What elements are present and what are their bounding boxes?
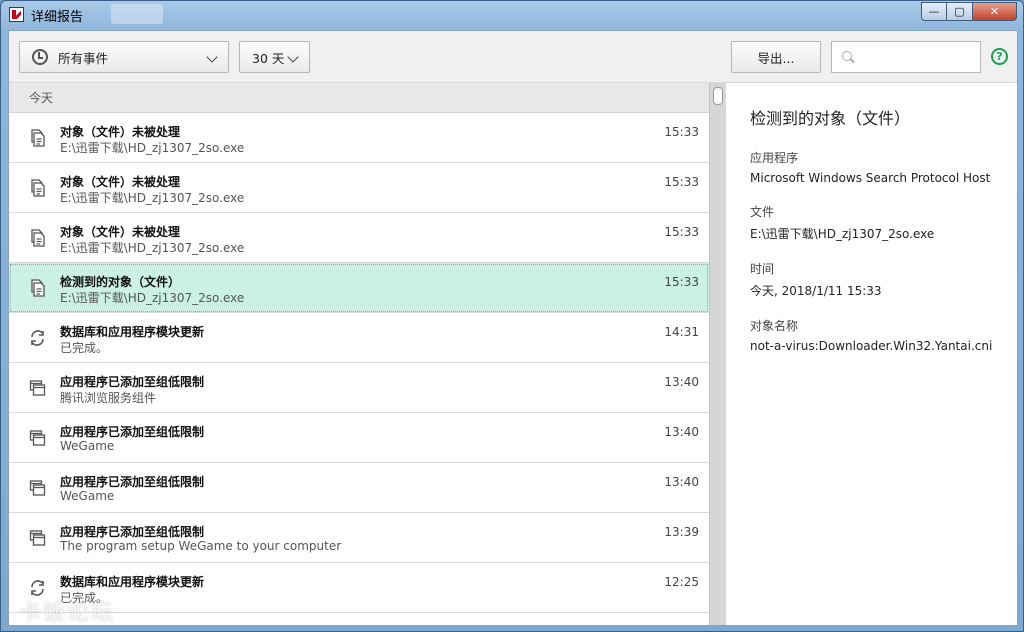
event-title: 应用程序已添加至组低限制 [60, 525, 205, 539]
refresh-icon [29, 329, 46, 347]
title-glass-highlight [111, 4, 163, 24]
event-title: 数据库和应用程序模块更新 [60, 575, 205, 589]
detail-field-file: 文件 E:\迅雷下载\HD_zj1307_2so.exe [750, 203, 995, 242]
event-time: 14:31 [664, 325, 699, 339]
field-label: 时间 [750, 262, 775, 276]
app-windows-icon [29, 429, 46, 447]
event-time: 13:40 [664, 375, 699, 389]
event-time: 12:25 [664, 575, 699, 589]
event-title: 应用程序已添加至组低限制 [60, 425, 205, 439]
event-subtitle: WeGame [60, 489, 115, 503]
detail-pane: 检测到的对象（文件） 应用程序 Microsoft Windows Search… [726, 83, 1017, 625]
minimize-button[interactable]: — [921, 2, 947, 21]
file-copy-icon [29, 129, 46, 147]
event-row[interactable]: 对象（文件）未被处理 E:\迅雷下载\HD_zj1307_2so.exe 15:33 [9, 113, 709, 163]
file-copy-icon [29, 229, 46, 247]
event-row[interactable]: 应用程序已添加至组低限制 WeGame 13:40 [9, 463, 709, 513]
event-time: 15:33 [664, 275, 699, 289]
detail-field-object-name: 对象名称 not-a-virus:Downloader.Win32.Yantai… [750, 317, 995, 353]
event-filter-label: 所有事件 [58, 50, 109, 66]
app-windows-icon [29, 379, 46, 397]
detail-title: 检测到的对象（文件） [750, 109, 911, 128]
file-copy-icon [29, 179, 46, 197]
event-subtitle: WeGame [60, 439, 115, 453]
event-title: 应用程序已添加至组低限制 [60, 375, 205, 389]
event-subtitle: E:\迅雷下载\HD_zj1307_2so.exe [60, 141, 245, 155]
event-subtitle: 腾讯浏览服务组件 [60, 391, 157, 405]
toolbar: 所有事件 30 天 导出... ? [9, 31, 1017, 83]
field-value: E:\迅雷下载\HD_zj1307_2so.exe [750, 227, 935, 241]
search-icon [842, 51, 852, 61]
watermark: 卡饭论坛 [19, 601, 116, 626]
field-value: not-a-virus:Downloader.Win32.Yantai.cni [750, 339, 993, 353]
title-bar[interactable]: 详细报告 — ▢ ✕ [1, 1, 1023, 31]
detail-field-application: 应用程序 Microsoft Windows Search Protocol H… [750, 149, 995, 185]
event-filter-dropdown[interactable]: 所有事件 [19, 41, 229, 73]
field-value: 今天, 2018/1/11 15:33 [750, 284, 882, 298]
event-subtitle: E:\迅雷下载\HD_zj1307_2so.exe [60, 291, 245, 305]
event-rows: 对象（文件）未被处理 E:\迅雷下载\HD_zj1307_2so.exe 15:33… [9, 113, 709, 613]
app-window: 详细报告 — ▢ ✕ 所有事件 30 天 导出... ? 今天 对象（文件）未被… [0, 0, 1024, 632]
event-title: 检测到的对象（文件） [60, 275, 181, 289]
field-value: Microsoft Windows Search Protocol Host [750, 171, 991, 185]
field-label: 对象名称 [750, 319, 799, 333]
event-list: 今天 对象（文件）未被处理 E:\迅雷下载\HD_zj1307_2so.exe 15… [9, 83, 709, 625]
clock-icon [32, 49, 48, 65]
close-button[interactable]: ✕ [973, 2, 1017, 21]
event-time: 13:40 [664, 425, 699, 439]
event-title: 数据库和应用程序模块更新 [60, 325, 205, 339]
event-subtitle: The program setup WeGame to your compute… [60, 539, 342, 553]
search-input[interactable] [860, 48, 975, 66]
event-row[interactable]: 应用程序已添加至组低限制 The program setup WeGame to … [9, 513, 709, 563]
maximize-icon: ▢ [954, 5, 965, 18]
event-title: 对象（文件）未被处理 [60, 225, 181, 239]
event-title: 对象（文件）未被处理 [60, 125, 181, 139]
event-title: 对象（文件）未被处理 [60, 175, 181, 189]
event-time: 15:33 [664, 125, 699, 139]
kaspersky-logo-icon [9, 7, 24, 22]
event-subtitle: E:\迅雷下载\HD_zj1307_2so.exe [60, 241, 245, 255]
period-label: 30 天 [252, 50, 285, 66]
event-subtitle: E:\迅雷下载\HD_zj1307_2so.exe [60, 191, 245, 205]
group-header-today: 今天 [9, 83, 709, 113]
event-time: 13:39 [664, 525, 699, 539]
event-subtitle: 已完成。 [60, 341, 109, 355]
app-windows-icon [29, 479, 46, 497]
export-button[interactable]: 导出... [731, 41, 821, 73]
chevron-down-icon [206, 51, 218, 63]
export-label: 导出... [757, 50, 795, 66]
period-dropdown[interactable]: 30 天 [239, 41, 310, 73]
app-windows-icon [29, 529, 46, 547]
field-label: 文件 [750, 205, 775, 219]
minimize-icon: — [928, 5, 940, 18]
event-time: 15:33 [664, 175, 699, 189]
event-row[interactable]: 应用程序已添加至组低限制 WeGame 13:40 [9, 413, 709, 463]
event-row[interactable]: 检测到的对象（文件） E:\迅雷下载\HD_zj1307_2so.exe 15:33 [9, 263, 709, 313]
event-list-scrollbar[interactable] [709, 83, 726, 625]
window-title: 详细报告 [31, 10, 84, 25]
report-client-area: 所有事件 30 天 导出... ? 今天 对象（文件）未被处理 E:\迅雷下载\H… [8, 30, 1018, 626]
window-controls: — ▢ ✕ [921, 2, 1017, 22]
maximize-button[interactable]: ▢ [947, 2, 973, 21]
scrollbar-thumb[interactable] [713, 87, 723, 105]
event-title: 应用程序已添加至组低限制 [60, 475, 205, 489]
detail-field-time: 时间 今天, 2018/1/11 15:33 [750, 260, 995, 299]
event-row[interactable]: 应用程序已添加至组低限制 腾讯浏览服务组件 13:40 [9, 363, 709, 413]
close-icon: ✕ [989, 5, 1000, 18]
help-icon[interactable]: ? [991, 48, 1008, 65]
event-time: 13:40 [664, 475, 699, 489]
search-box[interactable] [831, 41, 981, 73]
event-row[interactable]: 数据库和应用程序模块更新 已完成。 14:31 [9, 313, 709, 363]
field-label: 应用程序 [750, 151, 799, 165]
event-row[interactable]: 对象（文件）未被处理 E:\迅雷下载\HD_zj1307_2so.exe 15:33 [9, 213, 709, 263]
file-copy-icon [29, 279, 46, 297]
chevron-down-icon [287, 51, 299, 63]
event-time: 15:33 [664, 225, 699, 239]
event-row[interactable]: 对象（文件）未被处理 E:\迅雷下载\HD_zj1307_2so.exe 15:33 [9, 163, 709, 213]
